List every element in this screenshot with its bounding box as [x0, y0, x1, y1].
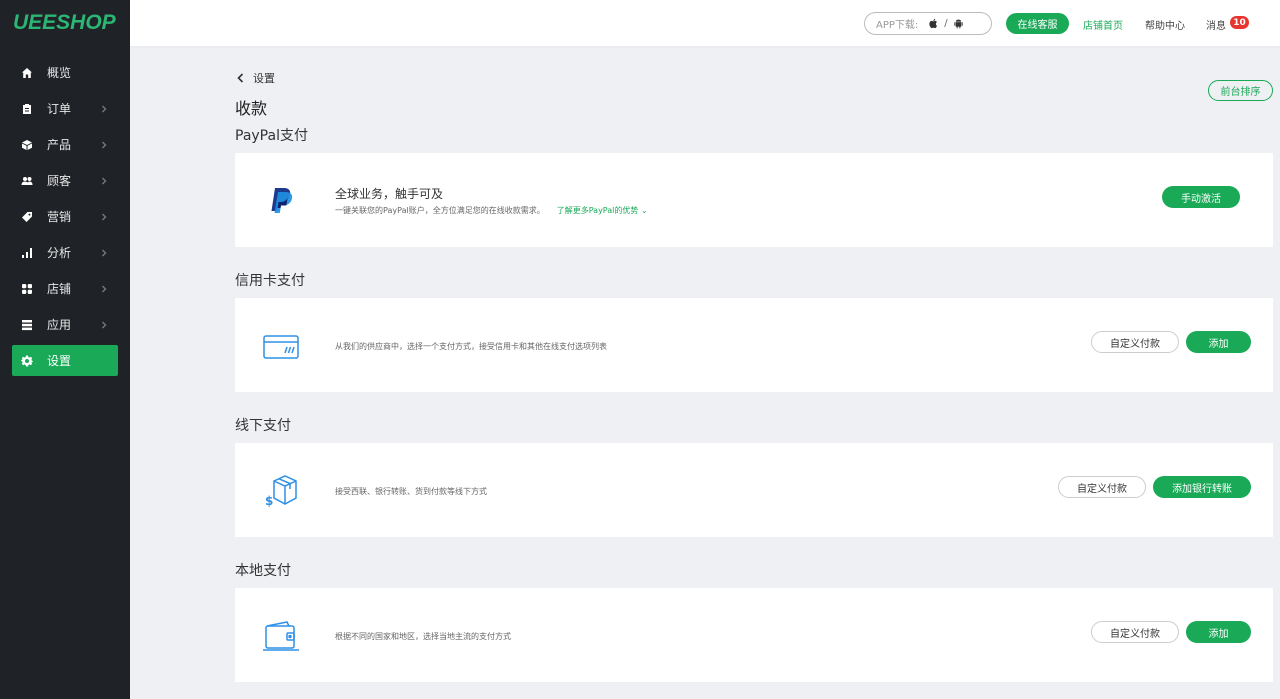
- credit-card-custom-payment-button[interactable]: 自定义付款: [1091, 331, 1179, 353]
- apple-icon[interactable]: [928, 18, 939, 29]
- logo-text: UEESHOP: [13, 11, 116, 34]
- sidebar-item-overview[interactable]: 概览: [12, 57, 118, 88]
- chevron-right-icon: [100, 318, 112, 330]
- sidebar-item-label: 订单: [47, 102, 72, 116]
- chevron-right-icon: [100, 246, 112, 258]
- sidebar-nav: 概览 订单 产品 顾客 营销 分析 店铺 应用 设置: [0, 57, 130, 376]
- sidebar-item-store[interactable]: 店铺: [12, 273, 118, 304]
- store-home-link[interactable]: 店铺首页: [1083, 17, 1123, 32]
- credit-card-add-button[interactable]: 添加: [1186, 331, 1251, 353]
- paypal-icon: [261, 181, 301, 221]
- topbar: APP下载: / 在线客服 店铺首页 帮助中心 消息 10: [130, 0, 1280, 46]
- package-dollar-icon: $: [261, 471, 301, 511]
- sidebar-item-customers[interactable]: 顾客: [12, 165, 118, 196]
- logo[interactable]: UEESHOP: [0, 0, 130, 46]
- chevron-right-icon: [100, 102, 112, 114]
- credit-card-icon: [261, 326, 301, 366]
- sidebar: UEESHOP 概览 订单 产品 顾客 营销 分析 店铺 应用 设置: [0, 0, 130, 699]
- section-title-local: 本地支付: [235, 563, 291, 579]
- home-icon: [20, 66, 34, 80]
- chevron-left-icon: [237, 73, 244, 83]
- chevron-right-icon: [100, 174, 112, 186]
- sidebar-item-label: 分析: [47, 246, 72, 260]
- sidebar-item-label: 概览: [47, 66, 72, 80]
- sidebar-item-label: 产品: [47, 138, 72, 152]
- breadcrumb-label: 设置: [253, 72, 275, 85]
- section-title-credit-card: 信用卡支付: [235, 273, 305, 289]
- grid-icon: [20, 282, 34, 296]
- sidebar-item-marketing[interactable]: 营销: [12, 201, 118, 232]
- help-center-link[interactable]: 帮助中心: [1145, 17, 1185, 32]
- section-title-offline: 线下支付: [235, 418, 291, 434]
- wallet-icon: [261, 616, 301, 656]
- chevron-right-icon: [100, 138, 112, 150]
- tag-icon: [20, 210, 34, 224]
- clipboard-icon: [20, 102, 34, 116]
- users-icon: [20, 174, 34, 188]
- local-add-button[interactable]: 添加: [1186, 621, 1251, 643]
- chevron-right-icon: [100, 282, 112, 294]
- credit-card-description: 从我们的供应商中，选择一个支付方式，接受信用卡和其他在线支付选项列表: [335, 342, 607, 351]
- manual-activate-button[interactable]: 手动激活: [1162, 186, 1240, 208]
- sidebar-item-label: 设置: [47, 354, 72, 368]
- app-download-label: APP下载:: [876, 20, 919, 31]
- paypal-description-text: 一键关联您的PayPal账户，全方位满足您的在线收款需求。: [335, 206, 545, 215]
- local-payment-description: 根据不同的国家和地区，选择当地主流的支付方式: [335, 632, 511, 641]
- chevron-down-icon: ⌄: [640, 206, 648, 215]
- bar-chart-icon: [20, 246, 34, 260]
- page-title: 收款: [235, 99, 268, 118]
- gear-icon: [20, 354, 34, 368]
- front-sort-button[interactable]: 前台排序: [1208, 80, 1273, 101]
- sidebar-item-orders[interactable]: 订单: [12, 93, 118, 124]
- sidebar-item-label: 顾客: [47, 174, 72, 188]
- paypal-learn-more-label: 了解更多PayPal的优势: [556, 206, 639, 215]
- local-custom-payment-button[interactable]: 自定义付款: [1091, 621, 1179, 643]
- stack-icon: [20, 318, 34, 332]
- credit-card-card: 从我们的供应商中，选择一个支付方式，接受信用卡和其他在线支付选项列表 自定义付款…: [235, 298, 1273, 392]
- section-title-paypal: PayPal支付: [235, 128, 308, 144]
- breadcrumb[interactable]: 设置: [236, 70, 275, 86]
- sidebar-item-settings[interactable]: 设置: [12, 345, 118, 376]
- add-bank-transfer-button[interactable]: 添加银行转账: [1153, 476, 1251, 498]
- offline-custom-payment-button[interactable]: 自定义付款: [1058, 476, 1146, 498]
- sidebar-item-label: 店铺: [47, 282, 72, 296]
- messages-link[interactable]: 消息: [1206, 17, 1226, 32]
- paypal-learn-more-link[interactable]: 了解更多PayPal的优势 ⌄: [557, 206, 648, 215]
- paypal-headline: 全球业务，触手可及: [335, 187, 444, 201]
- sidebar-item-label: 应用: [47, 318, 72, 332]
- offline-payment-description: 接受西联、银行转账、货到付款等线下方式: [335, 487, 487, 496]
- svg-text:$: $: [265, 494, 273, 508]
- box-icon: [20, 138, 34, 152]
- sidebar-item-analytics[interactable]: 分析: [12, 237, 118, 268]
- sidebar-item-label: 营销: [47, 210, 72, 224]
- message-count-badge[interactable]: 10: [1230, 16, 1249, 29]
- sidebar-item-apps[interactable]: 应用: [12, 309, 118, 340]
- local-payment-card: 根据不同的国家和地区，选择当地主流的支付方式 自定义付款 添加: [235, 588, 1273, 682]
- sidebar-item-products[interactable]: 产品: [12, 129, 118, 160]
- paypal-card: 全球业务，触手可及 一键关联您的PayPal账户，全方位满足您的在线收款需求。 了…: [235, 153, 1273, 247]
- app-download-separator: /: [944, 18, 948, 29]
- app-download[interactable]: APP下载: /: [864, 12, 992, 35]
- android-icon[interactable]: [953, 18, 964, 29]
- offline-payment-card: $ 接受西联、银行转账、货到付款等线下方式 自定义付款 添加银行转账: [235, 443, 1273, 537]
- paypal-description: 一键关联您的PayPal账户，全方位满足您的在线收款需求。 了解更多PayPal的…: [335, 205, 648, 216]
- online-service-button[interactable]: 在线客服: [1006, 13, 1069, 34]
- chevron-right-icon: [100, 210, 112, 222]
